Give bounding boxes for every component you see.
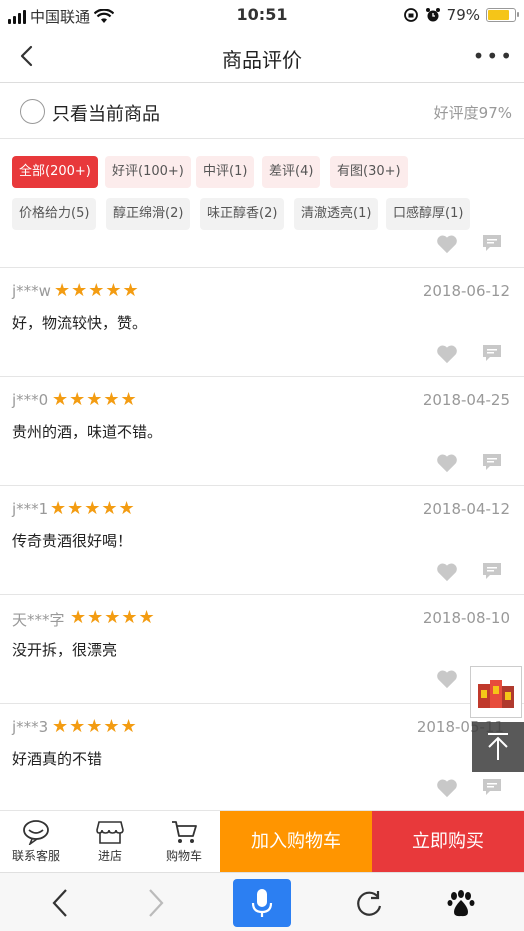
review-user: j***1 <box>12 500 49 518</box>
review-actions <box>0 669 524 691</box>
floating-product-thumbnail[interactable] <box>470 666 522 718</box>
like-icon[interactable] <box>436 344 458 364</box>
like-icon[interactable] <box>436 562 458 582</box>
comment-icon[interactable] <box>482 234 502 252</box>
review-item: j***1 ★★★★★ 2018-04-12 传奇贵酒很好喝！ <box>0 485 524 594</box>
review-content[interactable]: 没开拆，很漂亮 <box>12 639 117 660</box>
review-date: 2018-04-12 <box>422 500 510 518</box>
review-user: j***w <box>12 282 51 300</box>
store-icon <box>96 821 124 844</box>
refresh-icon[interactable] <box>354 889 384 919</box>
review-actions <box>0 778 524 800</box>
more-icon[interactable]: ••• <box>473 44 514 68</box>
only-current-radio[interactable] <box>20 99 45 124</box>
tag-all[interactable]: 全部(200+) <box>12 156 98 188</box>
like-icon[interactable] <box>436 234 458 254</box>
review-stars: ★★★★★ <box>54 280 140 301</box>
product-image-icon <box>474 670 518 714</box>
tag-clear[interactable]: 清澈透亮(1) <box>294 198 379 230</box>
battery-percent: 79% <box>446 6 480 24</box>
tag-positive[interactable]: 好评(100+) <box>105 156 191 188</box>
comment-icon[interactable] <box>482 344 502 362</box>
back-to-top-button[interactable] <box>472 722 524 772</box>
add-to-cart-button[interactable]: 加入购物车 <box>220 811 372 873</box>
review-date: 2018-04-25 <box>422 391 510 409</box>
positive-rate: 好评度97% <box>433 104 512 122</box>
review-item: j***w ★★★★★ 2018-06-12 好，物流较快，赞。 <box>0 267 524 376</box>
browser-toolbar <box>0 872 524 931</box>
cart-icon <box>172 821 197 843</box>
store-button[interactable]: 进店 <box>74 819 146 864</box>
cart-button[interactable]: 购物车 <box>148 819 220 864</box>
battery-fill <box>488 10 509 20</box>
tag-mellow[interactable]: 口感醇厚(1) <box>386 198 471 230</box>
review-content[interactable]: 贵州的酒，味道不错。 <box>12 421 162 442</box>
review-content[interactable]: 好酒真的不错 <box>12 748 102 769</box>
cart-bar: 联系客服 进店 购物车 加入购物车 立即购买 <box>0 810 524 873</box>
cart-label: 购物车 <box>165 849 202 863</box>
customer-service-icon <box>23 820 49 845</box>
baidu-paw-icon[interactable] <box>446 889 476 919</box>
rotation-lock-icon <box>403 8 418 22</box>
review-stars: ★★★★★ <box>50 498 136 519</box>
customer-service-button[interactable]: 联系客服 <box>0 819 72 864</box>
status-bar: 中国联通 10:51 79% <box>0 0 524 32</box>
review-item: 天***字 ★★★★★ 2018-08-10 没开拆，很漂亮 <box>0 594 524 703</box>
comment-icon[interactable] <box>482 778 502 796</box>
review-actions <box>0 234 524 256</box>
arrow-up-icon <box>488 733 508 760</box>
review-actions <box>0 562 524 584</box>
like-icon[interactable] <box>436 669 458 689</box>
tag-price[interactable]: 价格给力(5) <box>12 198 97 230</box>
microphone-icon <box>251 889 273 917</box>
page-title: 商品评价 <box>222 48 302 72</box>
comment-icon[interactable] <box>482 453 502 471</box>
only-current-label[interactable]: 只看当前商品 <box>52 100 160 126</box>
only-current-row[interactable]: 只看当前商品 好评度97% <box>0 84 524 139</box>
review-date: 2018-06-12 <box>422 282 510 300</box>
review-actions <box>0 344 524 366</box>
review-stars: ★★★★★ <box>70 607 156 628</box>
review-stars: ★★★★★ <box>52 389 138 410</box>
like-icon[interactable] <box>436 778 458 798</box>
review-item: j***0 ★★★★★ 2018-04-25 贵州的酒，味道不错。 <box>0 376 524 485</box>
review-content[interactable]: 好，物流较快，赞。 <box>12 312 147 333</box>
tag-with-photo[interactable]: 有图(30+) <box>330 156 408 188</box>
tag-smooth[interactable]: 醇正绵滑(2) <box>106 198 191 230</box>
store-label: 进店 <box>97 849 122 863</box>
review-stars: ★★★★★ <box>52 716 138 737</box>
alarm-icon <box>425 8 440 22</box>
status-right: 79% <box>403 6 519 24</box>
like-icon[interactable] <box>436 453 458 473</box>
tag-neutral[interactable]: 中评(1) <box>196 156 255 188</box>
voice-search-button[interactable] <box>233 879 291 927</box>
battery-icon <box>486 8 519 22</box>
customer-service-label: 联系客服 <box>11 849 60 863</box>
review-actions <box>0 453 524 475</box>
review-item: j***3 ★★★★★ 2018-05-11 好酒真的不错 <box>0 703 524 810</box>
review-content[interactable]: 传奇贵酒很好喝！ <box>12 530 132 551</box>
tag-negative[interactable]: 差评(4) <box>262 156 321 188</box>
browser-back-icon[interactable] <box>48 887 72 919</box>
review-user: j***3 <box>12 718 49 736</box>
review-date: 2018-08-10 <box>422 609 510 627</box>
tag-aroma[interactable]: 味正醇香(2) <box>200 198 285 230</box>
comment-icon[interactable] <box>482 562 502 580</box>
nav-bar: 商品评价 ••• <box>0 32 524 83</box>
browser-forward-icon[interactable] <box>144 887 168 919</box>
review-user: 天***字 <box>12 611 65 629</box>
buy-now-button[interactable]: 立即购买 <box>372 811 524 873</box>
review-user: j***0 <box>12 391 49 409</box>
